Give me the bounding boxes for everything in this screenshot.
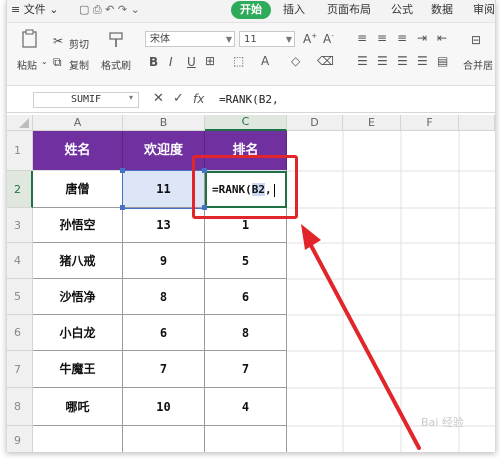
watermark: Bai 经验 [421, 416, 464, 429]
annotation-arrow-icon [301, 224, 421, 450]
spreadsheet-window: ≡ 文件 ⌄ ▢ ⎙ ↶ ↷ ⌄ 开始 插入 页面布局 公式 数据 审阅 粘贴 … [6, 0, 496, 452]
